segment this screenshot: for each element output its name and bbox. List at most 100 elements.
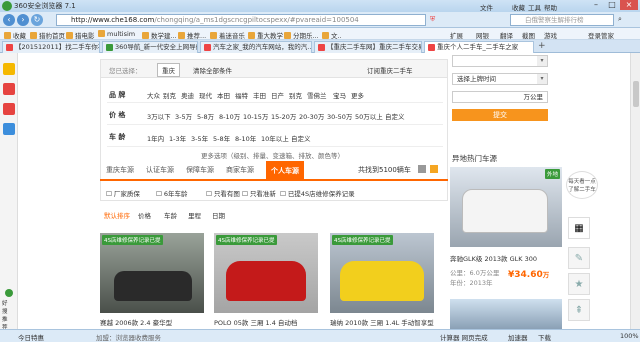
forward-icon[interactable]: ›	[17, 14, 29, 26]
extensions-button[interactable]: 扩展	[450, 30, 463, 40]
accelerator-button[interactable]: 加速器	[508, 332, 528, 342]
tab-personal[interactable]: 个人车源	[266, 161, 304, 181]
bookmark-item[interactable]: 重大教学	[248, 30, 283, 40]
brand-option[interactable]: 大众	[147, 90, 160, 100]
grid-view-icon[interactable]	[430, 165, 438, 173]
car-title[interactable]: 瑞纳 2010款 三厢 1.4L 手动智享型	[330, 317, 434, 327]
tab-chongqing[interactable]: 重庆车源	[106, 165, 134, 175]
favorite-star-icon[interactable]: ★	[568, 273, 590, 295]
brand-option[interactable]: 雪佛兰	[307, 90, 327, 100]
age-option[interactable]: 3-5年	[191, 133, 208, 143]
car-photo[interactable]: 4S店维修保养记录已提	[330, 233, 434, 313]
games-button[interactable]: 游戏	[544, 30, 557, 40]
price-option[interactable]: 5-8万	[197, 111, 214, 121]
address-bar[interactable]: http://www.che168.com/chongqing/a_ms1dgs…	[56, 14, 426, 26]
menu-tools[interactable]: 工具	[528, 2, 541, 12]
sort-mileage[interactable]: 里程	[188, 210, 201, 220]
brand-option[interactable]: 奥迪	[181, 90, 194, 100]
browser-tab[interactable]: 汽车之家_我的汽车网站，我的汽...	[200, 41, 312, 53]
checkbox-age[interactable]: ☐ 6年车龄	[156, 188, 188, 198]
tab-guaranteed[interactable]: 保障车源	[186, 165, 214, 175]
bookmark-item[interactable]: 推荐...	[178, 30, 206, 40]
checkbox-4s-records[interactable]: ☐ 已提4S店维修保养记录	[280, 188, 355, 198]
brand-option[interactable]: 本田	[217, 90, 230, 100]
brand-option[interactable]: 别克	[289, 90, 302, 100]
age-custom-link[interactable]: 自定义	[291, 133, 311, 143]
brand-option[interactable]: 日产	[271, 90, 284, 100]
menu-favorites[interactable]: 收藏	[512, 2, 525, 12]
screenshot-button[interactable]: 截图	[522, 30, 535, 40]
tips-bubble[interactable]: 每天看一点了解二手车	[566, 171, 598, 199]
sort-age[interactable]: 车龄	[164, 210, 177, 220]
hot-car-photo[interactable]	[450, 299, 562, 329]
bookmark-item[interactable]: 分期乐...	[284, 30, 319, 40]
maximize-icon[interactable]: □	[604, 0, 620, 10]
price-custom-link[interactable]: 自定义	[385, 111, 405, 121]
refresh-icon[interactable]: ↻	[31, 14, 43, 26]
bookmark-item[interactable]: 数学建...	[142, 30, 177, 40]
brand-option[interactable]: 丰田	[253, 90, 266, 100]
bookmark-item[interactable]: 收藏	[4, 30, 26, 40]
checkbox-with-photos[interactable]: ☐ 只看有图	[206, 188, 240, 198]
new-tab-icon[interactable]: +	[538, 41, 546, 51]
minimize-icon[interactable]: –	[588, 0, 604, 10]
mileage-input[interactable]: 万公里	[452, 91, 548, 103]
vertical-scrollbar[interactable]	[630, 53, 640, 329]
download-button[interactable]: 下载	[538, 332, 551, 342]
back-icon[interactable]: ‹	[3, 14, 15, 26]
app-icon[interactable]	[3, 123, 15, 135]
subscribe-link[interactable]: 订阅重庆二手车	[367, 65, 413, 75]
price-option[interactable]: 50万以上	[355, 111, 383, 121]
age-option[interactable]: 8-10年	[235, 133, 256, 143]
price-option[interactable]: 3万以下	[147, 111, 171, 121]
weibo-icon[interactable]	[3, 83, 15, 95]
price-option[interactable]: 30-50万	[327, 111, 352, 121]
sort-price[interactable]: 价格	[138, 210, 151, 220]
checkbox-near-new[interactable]: ☐ 只看准新	[242, 188, 276, 198]
car-photo[interactable]: 4S店维修保养记录已提	[214, 233, 318, 313]
submit-button[interactable]: 提交	[452, 109, 548, 121]
brand-option[interactable]: 别克	[163, 90, 176, 100]
brand-option[interactable]: 福特	[235, 90, 248, 100]
menu-file[interactable]: 文件	[480, 2, 493, 12]
price-option[interactable]: 15-20万	[271, 111, 296, 121]
sort-default[interactable]: 默认排序	[104, 210, 130, 220]
price-option[interactable]: 20-30万	[299, 111, 324, 121]
zoom-level[interactable]: 100%	[620, 332, 639, 340]
daily-deal-link[interactable]: 今日特惠	[18, 332, 44, 342]
brand-option[interactable]: 现代	[199, 90, 212, 100]
tab-dealer[interactable]: 商家车源	[226, 165, 254, 175]
menu-help[interactable]: 帮助	[544, 2, 557, 12]
checkbox-factory-warranty[interactable]: ☐ 厂家质保	[106, 188, 140, 198]
tab-certified[interactable]: 认证车源	[146, 165, 174, 175]
car-card[interactable]: 4S店维修保养记录已提 赛越 2006款 2.4 豪华型	[100, 233, 204, 327]
bookmark-item[interactable]: 猎电影	[66, 30, 95, 40]
car-card[interactable]: 4S店维修保养记录已提 瑞纳 2010款 三厢 1.4L 手动智享型	[330, 233, 434, 327]
bookmark-item[interactable]: 猎豹首页	[30, 30, 65, 40]
search-icon[interactable]: ⌕	[618, 15, 622, 24]
list-view-icon[interactable]	[418, 165, 426, 173]
more-options-link[interactable]: 更多选项（级别、排量、变速箱、排放、颜色等）	[201, 150, 344, 160]
car-title[interactable]: 赛越 2006款 2.4 豪华型	[100, 317, 204, 327]
brand-option[interactable]: 宝马	[333, 90, 346, 100]
car-title[interactable]: POLO 05款 三厢 1.4 自动档	[214, 317, 318, 327]
close-icon[interactable]: ×	[620, 0, 638, 10]
browser-tab[interactable]: 360导航_新一代安全上网导航	[102, 41, 198, 53]
status-bottom-link[interactable]: 加盟：浏览器收费服务	[96, 332, 161, 342]
app-icon[interactable]	[3, 103, 15, 115]
price-option[interactable]: 8-10万	[219, 111, 240, 121]
clear-filters-link[interactable]: 清除全部条件	[193, 65, 232, 75]
netbank-button[interactable]: 网银	[476, 30, 489, 40]
bookmark-item[interactable]: multisim	[98, 30, 135, 38]
scrollbar-thumb[interactable]	[633, 81, 639, 107]
age-option[interactable]: 5-8年	[213, 133, 230, 143]
car-photo[interactable]: 4S店维修保养记录已提	[100, 233, 204, 313]
brand-more-link[interactable]: 更多	[351, 90, 364, 100]
registration-time-select[interactable]: 选择上牌时间 ▾	[452, 73, 548, 85]
age-option[interactable]: 1年内	[147, 133, 164, 143]
browser-tab-active[interactable]: 重庆个人二手车_二手车之家	[424, 41, 534, 53]
price-option[interactable]: 10-15万	[243, 111, 268, 121]
shield-icon[interactable]: ⛨	[430, 15, 435, 24]
bookmark-item[interactable]: 文..	[322, 30, 342, 40]
search-input[interactable]: 白俄警察生解排行榜	[510, 14, 614, 26]
